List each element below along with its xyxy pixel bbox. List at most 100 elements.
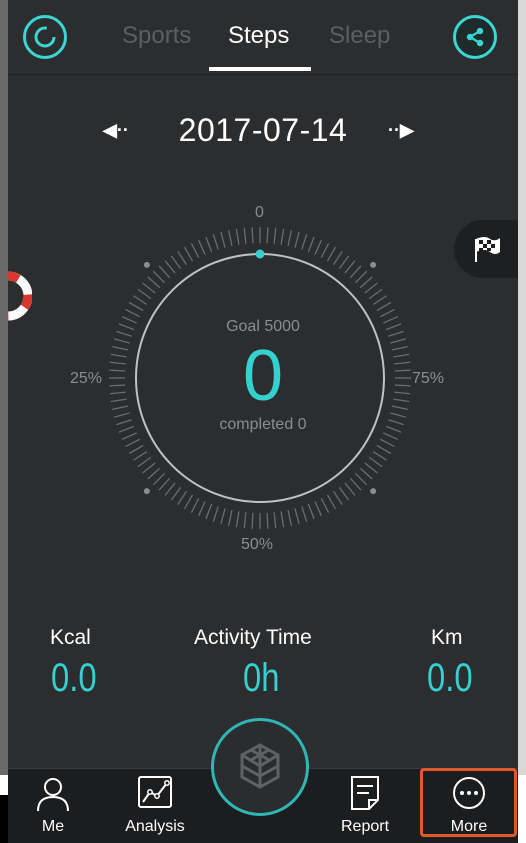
progress-dot (255, 249, 265, 259)
dial-tick (376, 444, 392, 455)
km-value: 0.0 (427, 656, 473, 700)
dial-tick (205, 236, 213, 253)
left-edge-dark (0, 795, 8, 843)
dial-tick (280, 228, 285, 245)
dial-tick (359, 276, 373, 289)
dial-label-50: 50% (241, 536, 274, 553)
dial-tick (349, 265, 362, 279)
dial-tick (243, 512, 247, 529)
dial-tick (273, 227, 277, 244)
nav-item-me[interactable]: Me (18, 769, 88, 843)
kcal-value: 0.0 (51, 656, 97, 700)
cube-logo-icon (240, 743, 280, 789)
dial-tick (273, 512, 277, 529)
dial-tick (266, 512, 269, 529)
dial-tick (320, 497, 330, 513)
dial-tick (332, 490, 343, 505)
dial-tick (125, 308, 141, 318)
dial-tick (128, 444, 144, 455)
right-edge (518, 0, 526, 775)
dial-tick (379, 308, 395, 318)
km-label: Km (431, 626, 463, 649)
dial-tick (190, 497, 200, 513)
dial-tick (326, 246, 337, 262)
dial-tick (379, 438, 395, 448)
dial-marker-dot (370, 488, 377, 495)
completed-text: completed 0 (219, 416, 307, 433)
dial-tick (368, 456, 383, 468)
dial-tick (307, 503, 315, 520)
dial-tick (197, 501, 206, 517)
dial-tick (372, 450, 387, 461)
dial-tick (235, 511, 240, 528)
dial-tick (183, 494, 194, 510)
dial-tick (332, 251, 343, 266)
goal-text: Goal 5000 (226, 318, 300, 335)
dial-tick (307, 236, 315, 253)
dial-tick (227, 509, 233, 526)
dial-tick (133, 450, 148, 461)
dial-tick (368, 288, 383, 300)
dial-tick (197, 239, 206, 255)
dial-tick (338, 255, 350, 270)
dial-tick (170, 255, 182, 270)
more-highlight-box (420, 768, 517, 837)
dial-tick (220, 231, 226, 248)
dial-tick (287, 509, 293, 526)
dial-tick (142, 282, 156, 294)
person-icon (37, 778, 69, 812)
steps-count: 0 (242, 336, 284, 416)
dial-tick (359, 467, 373, 480)
dial-tick (158, 265, 171, 279)
steps-dial (109, 227, 411, 529)
dial-tick (294, 508, 300, 525)
dial-tick (133, 295, 148, 306)
nav-item-analysis[interactable]: Analysis (115, 769, 195, 843)
dial-tick (147, 276, 161, 289)
dial-tick (220, 508, 226, 525)
dial-tick (354, 270, 368, 284)
dial-label-0: 0 (255, 204, 264, 221)
chart-icon (138, 776, 172, 808)
dial-tick (152, 472, 166, 486)
dial-tick (354, 472, 368, 486)
dial-marker-dot (143, 488, 150, 495)
dial-marker-dot (370, 261, 377, 268)
activity-time-label: Activity Time (194, 626, 312, 649)
dial-tick (137, 456, 152, 468)
dial-tick (164, 482, 176, 496)
dial-tick (301, 234, 308, 250)
dial-tick (287, 230, 293, 247)
dial-tick (320, 243, 330, 259)
dial-tick (212, 506, 219, 522)
dial-tick (183, 246, 194, 262)
center-home-button[interactable] (211, 718, 309, 816)
dial-tick (251, 512, 254, 529)
dial-tick (344, 260, 356, 274)
dial-tick (243, 227, 247, 244)
dial-tick (158, 477, 171, 491)
dial-tick (128, 301, 144, 312)
nav-label-me: Me (41, 818, 65, 835)
kcal-label: Kcal (50, 626, 91, 649)
nav-label-analysis: Analysis (125, 818, 185, 835)
dial-tick (266, 227, 269, 244)
dial-tick (235, 228, 240, 245)
dial-tick (142, 462, 156, 474)
dial-tick (205, 503, 213, 520)
dial-tick (147, 467, 161, 480)
dial-tick (294, 231, 300, 248)
dial-tick (326, 494, 337, 510)
dial-tick (280, 511, 285, 528)
nav-item-report[interactable]: Report (330, 769, 400, 843)
dial-tick (177, 251, 188, 266)
activity-time-value: 0h (243, 656, 280, 700)
report-icon (351, 776, 379, 810)
dial-tick (301, 506, 308, 522)
dial-tick (376, 301, 392, 312)
dial-tick (314, 501, 323, 517)
dial-tick (251, 227, 254, 244)
dial-tick (314, 239, 323, 255)
dial-marker-dot (143, 261, 150, 268)
app-screen: Sports Steps Sleep ◀·· 2017-07-14 ··▶ 0 … (8, 0, 518, 843)
